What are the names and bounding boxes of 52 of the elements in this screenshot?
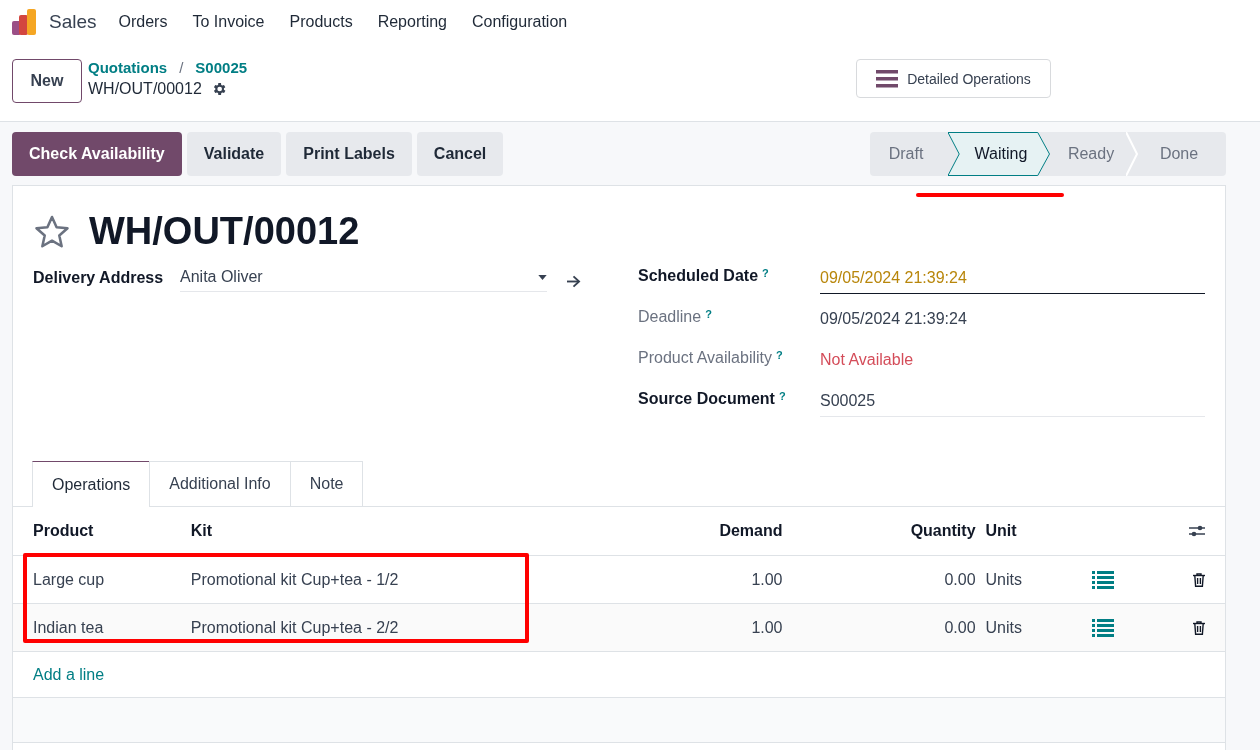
- table-cell-text: 1.00: [750, 618, 783, 637]
- table-cell-text: Large cup: [33, 570, 106, 589]
- table-cell-text: 0.00: [943, 618, 976, 637]
- add-line-link[interactable]: Add a line: [33, 665, 105, 684]
- field-label: Delivery Address: [33, 269, 165, 287]
- table-cell-text: Units: [984, 618, 1023, 637]
- table-cell-text: 0.00: [943, 570, 976, 589]
- record-title: WH/OUT/00012: [89, 210, 360, 253]
- status-step[interactable]: Done: [1138, 132, 1226, 176]
- column-header[interactable]: Product: [33, 522, 191, 540]
- help-tooltip[interactable]: ?: [776, 349, 783, 367]
- status-step[interactable]: Draft: [870, 132, 948, 176]
- help-tooltip[interactable]: ?: [778, 390, 786, 408]
- menu-item[interactable]: Products: [289, 13, 353, 31]
- column-header[interactable]: Kit: [190, 522, 573, 540]
- column-header[interactable]: Unit: [975, 522, 1093, 540]
- record-name: WH/OUT/00012: [88, 80, 202, 98]
- table-cell-text: Indian tea: [33, 618, 105, 637]
- detailed-operations-button[interactable]: Detailed Operations: [856, 59, 1051, 98]
- table-cell-text: Promotional kit Cup+tea - 2/2: [190, 618, 400, 637]
- address-field[interactable]: Anita Oliver: [180, 265, 547, 292]
- field-value: Not Available: [820, 350, 915, 370]
- input-field[interactable]: S00025: [820, 388, 1205, 417]
- new-button[interactable]: New: [12, 59, 82, 103]
- field-label: Product Availability: [638, 349, 772, 367]
- table-cell-text: 1.00: [750, 570, 783, 589]
- menu-item[interactable]: Reporting: [377, 13, 447, 31]
- breadcrumb-link[interactable]: S00025: [195, 59, 248, 76]
- menu-item[interactable]: Orders: [118, 13, 168, 31]
- breadcrumb-link[interactable]: Quotations: [88, 59, 168, 76]
- action-button[interactable]: Print Labels: [286, 132, 412, 176]
- table-cell-text: Units: [984, 570, 1023, 589]
- menu-item[interactable]: To Invoice: [192, 13, 265, 31]
- help-tooltip[interactable]: ?: [762, 267, 769, 285]
- action-button[interactable]: Check Availability: [12, 132, 182, 176]
- notebook-tab[interactable]: Note: [289, 461, 364, 506]
- status-step[interactable]: Ready: [1050, 132, 1138, 176]
- column-header[interactable]: Demand: [572, 522, 783, 540]
- status-step[interactable]: Waiting: [948, 132, 1050, 176]
- field-label: Scheduled Date: [638, 267, 759, 285]
- action-button[interactable]: Validate: [186, 132, 282, 176]
- field-label: Source Document: [638, 390, 775, 408]
- table-cell-text: Promotional kit Cup+tea - 1/2: [190, 570, 400, 589]
- app-name[interactable]: Sales: [49, 11, 97, 33]
- column-header[interactable]: Quantity: [782, 522, 976, 540]
- help-tooltip[interactable]: ?: [705, 308, 712, 326]
- field-value: 09/05/2024 21:39:24: [820, 309, 968, 329]
- notebook-tab[interactable]: Operations: [32, 461, 151, 507]
- field-label: Deadline: [638, 308, 702, 326]
- breadcrumb-separator: /: [179, 59, 184, 76]
- action-button[interactable]: Cancel: [416, 132, 504, 176]
- menu-item[interactable]: Configuration: [472, 13, 568, 31]
